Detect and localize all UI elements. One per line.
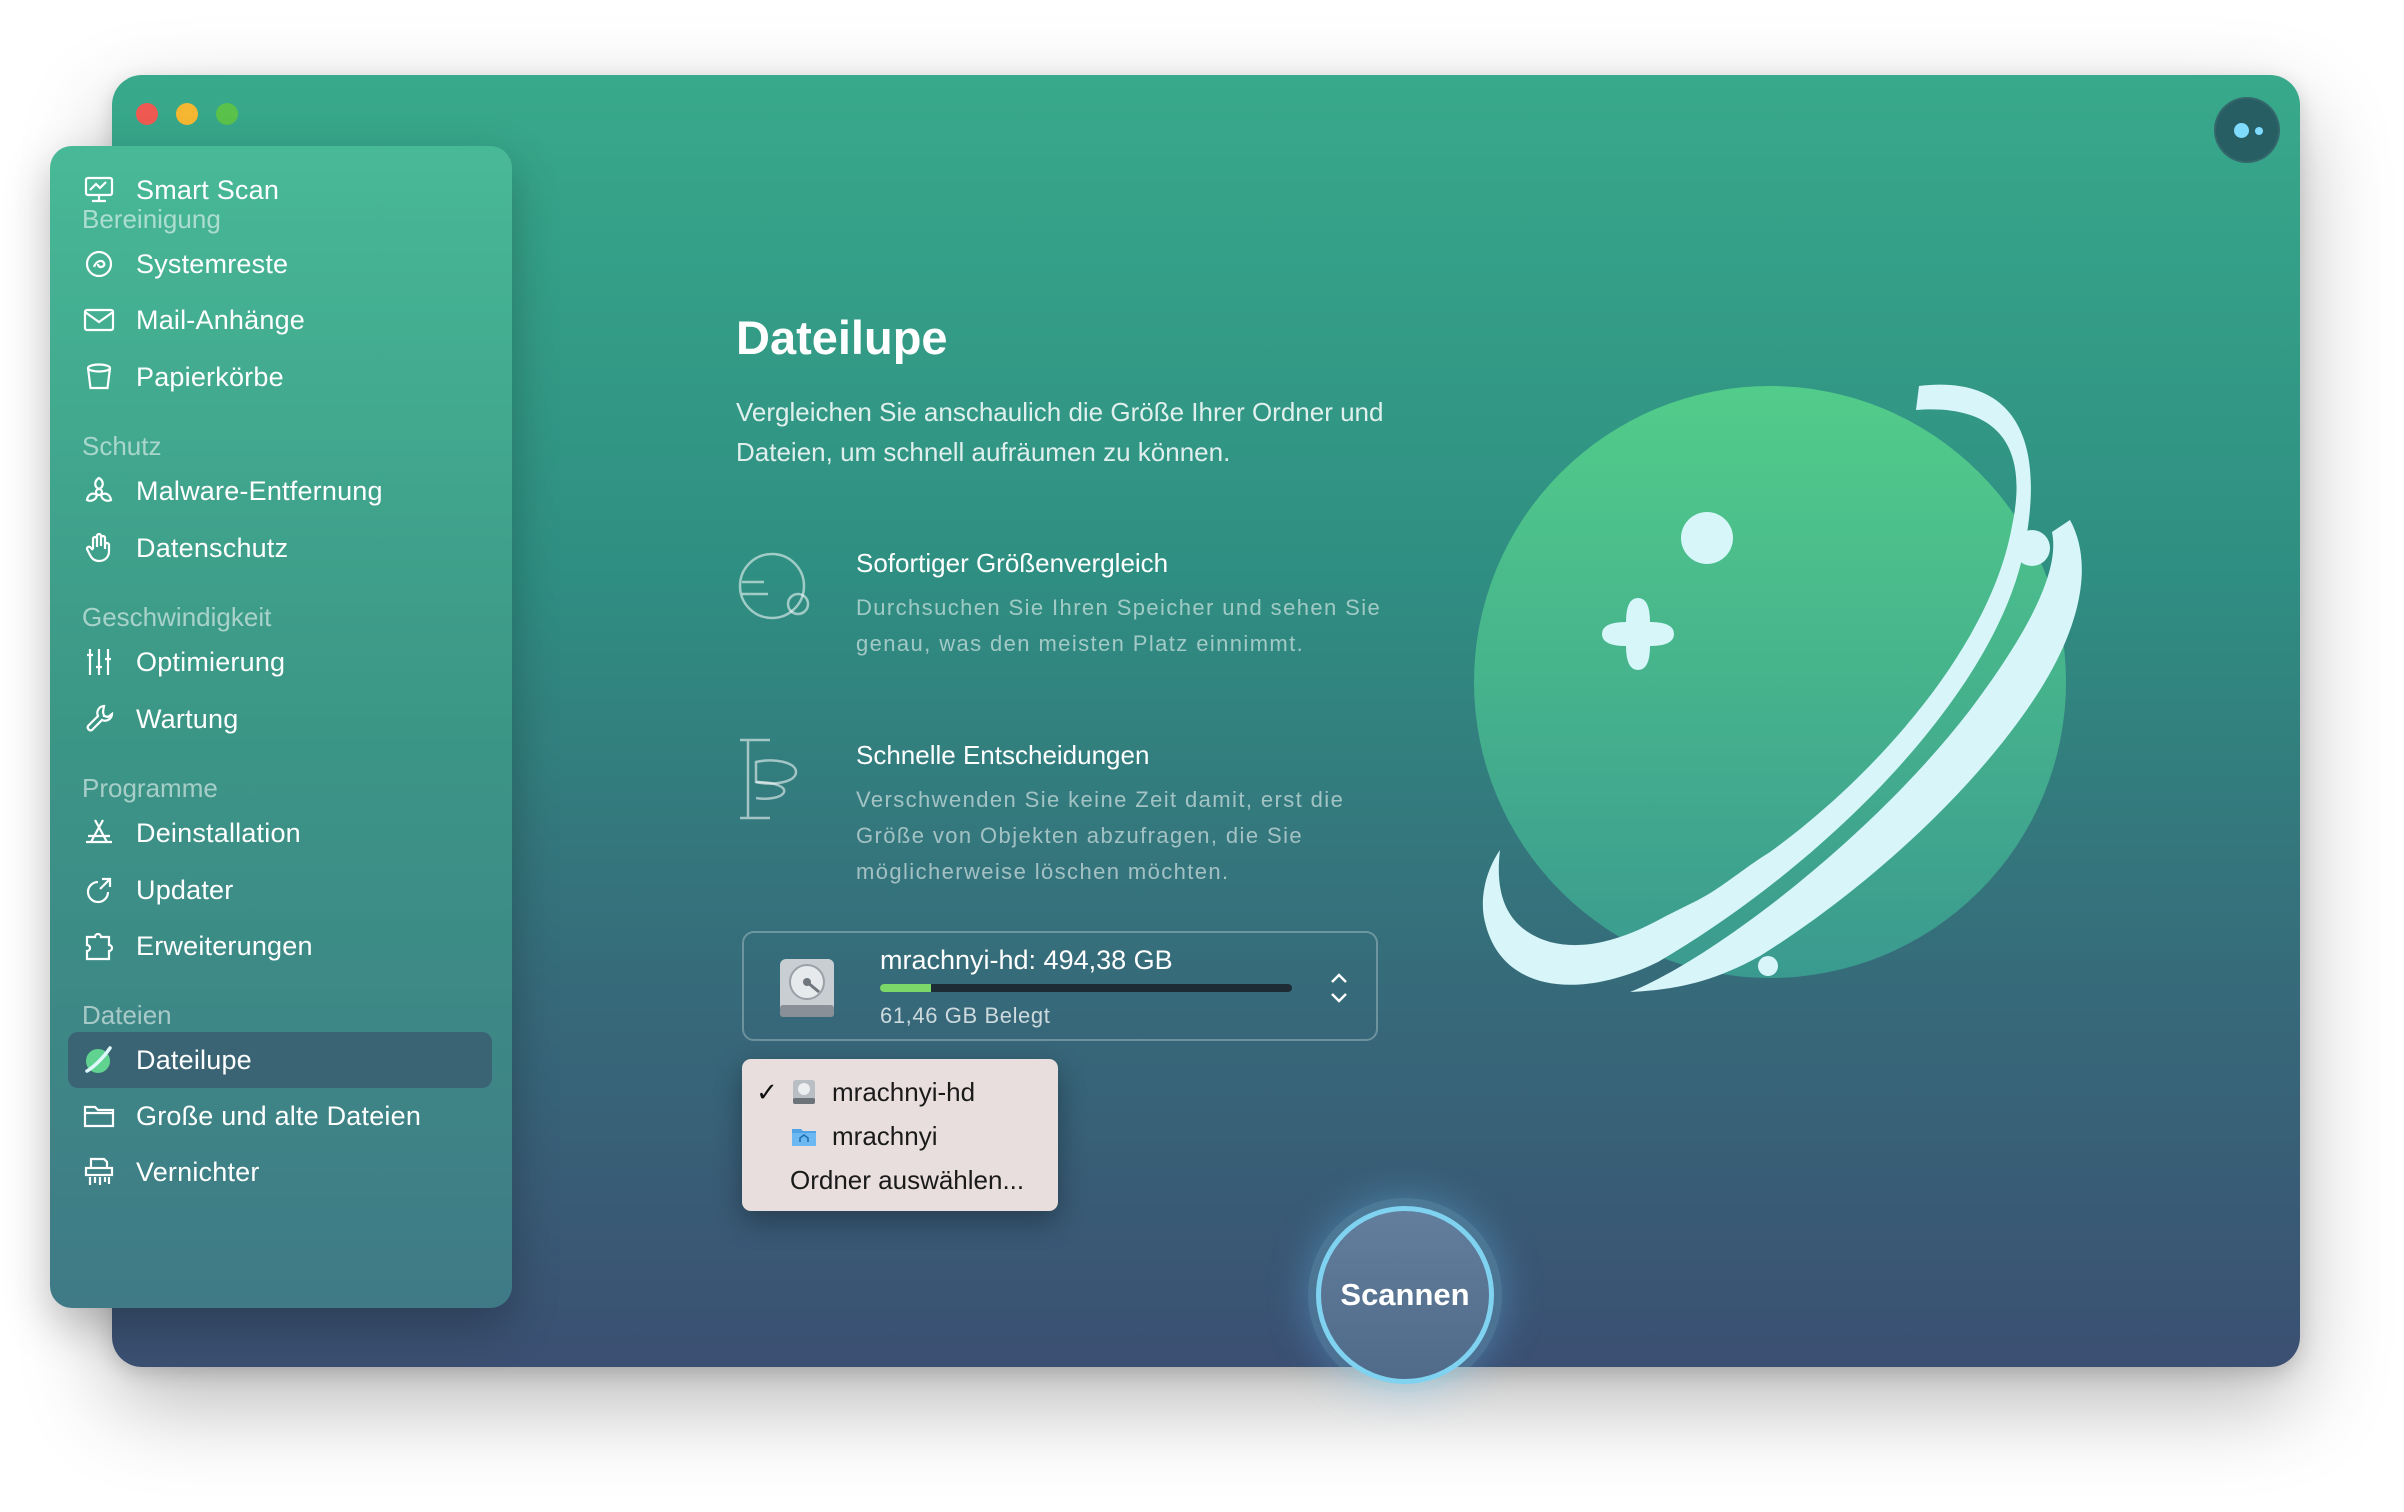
sliders-icon <box>68 634 130 690</box>
minimize-window-button[interactable] <box>176 103 198 125</box>
size-compare-icon <box>738 552 810 620</box>
envelope-icon <box>68 292 130 348</box>
page-subtitle: Vergleichen Sie anschaulich die Größe Ih… <box>736 397 1384 467</box>
assistant-dot-small <box>2255 127 2263 135</box>
biohazard-icon <box>68 463 130 519</box>
sidebar-item-label: Vernichter <box>136 1156 260 1187</box>
menu-item-label: mrachnyi <box>832 1120 938 1151</box>
sidebar-item-label: Optimierung <box>136 646 286 677</box>
section-header-apps: Programme <box>82 773 218 803</box>
app-store-icon <box>68 805 130 861</box>
sidebar-item-extensions[interactable]: Erweiterungen <box>68 918 492 974</box>
menu-item-label: mrachnyi-hd <box>832 1076 976 1107</box>
sidebar-item-label: Systemreste <box>136 248 289 279</box>
section-header-files: Dateien <box>82 1000 172 1030</box>
sidebar-item-label: Malware-Entfernung <box>136 475 383 506</box>
sidebar-item-shredder[interactable]: Vernichter <box>68 1144 492 1200</box>
menu-item-label: Ordner auswählen... <box>790 1164 1025 1195</box>
feature-description: Verschwenden Sie keine Zeit damit, erst … <box>856 787 1345 884</box>
space-lens-planet-illustration <box>1474 384 2082 992</box>
page-title: Dateilupe <box>736 311 948 364</box>
section-header-protection: Schutz <box>82 431 162 461</box>
home-folder-icon <box>792 1129 816 1146</box>
scan-button[interactable]: Scannen <box>1316 1206 1494 1384</box>
update-arrow-icon <box>68 862 130 918</box>
sidebar-item-uninstaller[interactable]: Deinstallation <box>68 805 492 861</box>
sidebar-item-privacy[interactable]: Datenschutz <box>68 520 492 576</box>
section-header-speed: Geschwindigkeit <box>82 602 272 632</box>
close-window-button[interactable] <box>136 103 158 125</box>
disk-used-label: 61,46 GB Belegt <box>880 1003 1051 1028</box>
menu-item-mrachnyi-hd[interactable]: ✓ mrachnyi-hd <box>742 1071 1058 1113</box>
feature-title: Schnelle Entscheidungen <box>856 740 1150 770</box>
zoom-window-button[interactable] <box>216 103 238 125</box>
space-lens-icon <box>68 1032 130 1088</box>
sidebar-item-label: Papierkörbe <box>136 361 284 392</box>
sidebar-item-label: Deinstallation <box>136 817 301 848</box>
hard-drive-icon <box>793 1080 815 1104</box>
disk-dropdown-menu: ✓ mrachnyi-hd mrachnyi Ordner auswählen.… <box>742 1059 1058 1211</box>
sidebar-item-space-lens[interactable]: Dateilupe <box>68 1032 492 1088</box>
sidebar-item-optimization[interactable]: Optimierung <box>68 634 492 690</box>
sidebar-item-system-junk[interactable]: Systemreste <box>68 236 492 292</box>
system-junk-icon <box>68 236 130 292</box>
shredder-icon <box>68 1144 130 1200</box>
sidebar-item-label: Updater <box>136 874 234 905</box>
sidebar-item-label: Wartung <box>136 703 239 734</box>
disk-selector[interactable]: mrachnyi-hd: 494,38 GB 61,46 GB Belegt <box>742 931 1378 1041</box>
checkmark-icon: ✓ <box>756 1076 778 1107</box>
disk-name: mrachnyi-hd: 494,38 GB <box>880 945 1173 975</box>
sidebar-item-maintenance[interactable]: Wartung <box>68 691 492 747</box>
sidebar: Smart Scan Bereinigung Systemreste Mail-… <box>50 146 512 1308</box>
wrench-icon <box>68 691 130 747</box>
menu-item-mrachnyi[interactable]: mrachnyi <box>742 1115 1058 1157</box>
sidebar-item-label: Dateilupe <box>136 1044 252 1075</box>
menu-item-choose-folder[interactable]: Ordner auswählen... <box>742 1159 1058 1201</box>
assistant-button[interactable] <box>2214 97 2280 163</box>
disk-usage-bar <box>880 984 1292 992</box>
disk-usage-fill <box>880 984 932 992</box>
chevron-updown-icon[interactable] <box>1328 969 1350 1007</box>
sidebar-item-malware-removal[interactable]: Malware-Entfernung <box>68 463 492 519</box>
sidebar-item-trash-bins[interactable]: Papierkörbe <box>68 349 492 405</box>
trash-bin-icon <box>68 349 130 405</box>
puzzle-icon <box>68 918 130 974</box>
assistant-dot-large <box>2234 123 2249 138</box>
folder-icon <box>68 1088 130 1144</box>
sidebar-item-label: Smart Scan <box>136 174 280 205</box>
sidebar-item-updater[interactable]: Updater <box>68 862 492 918</box>
sidebar-item-label: Mail-Anhänge <box>136 304 306 335</box>
quick-decision-icon <box>740 738 798 820</box>
hard-drive-icon <box>780 959 834 1017</box>
sidebar-item-label: Datenschutz <box>136 532 289 563</box>
sidebar-item-label: Große und alte Dateien <box>136 1100 422 1131</box>
hand-icon <box>68 520 130 576</box>
section-header-cleanup: Bereinigung <box>82 204 221 234</box>
sidebar-item-mail-attachments[interactable]: Mail-Anhänge <box>68 292 492 348</box>
feature-description: Durchsuchen Sie Ihren Speicher und sehen… <box>856 595 1382 656</box>
feature-title: Sofortiger Größenvergleich <box>856 548 1169 578</box>
sidebar-item-label: Erweiterungen <box>136 930 313 961</box>
sidebar-item-large-old-files[interactable]: Große und alte Dateien <box>68 1088 492 1144</box>
